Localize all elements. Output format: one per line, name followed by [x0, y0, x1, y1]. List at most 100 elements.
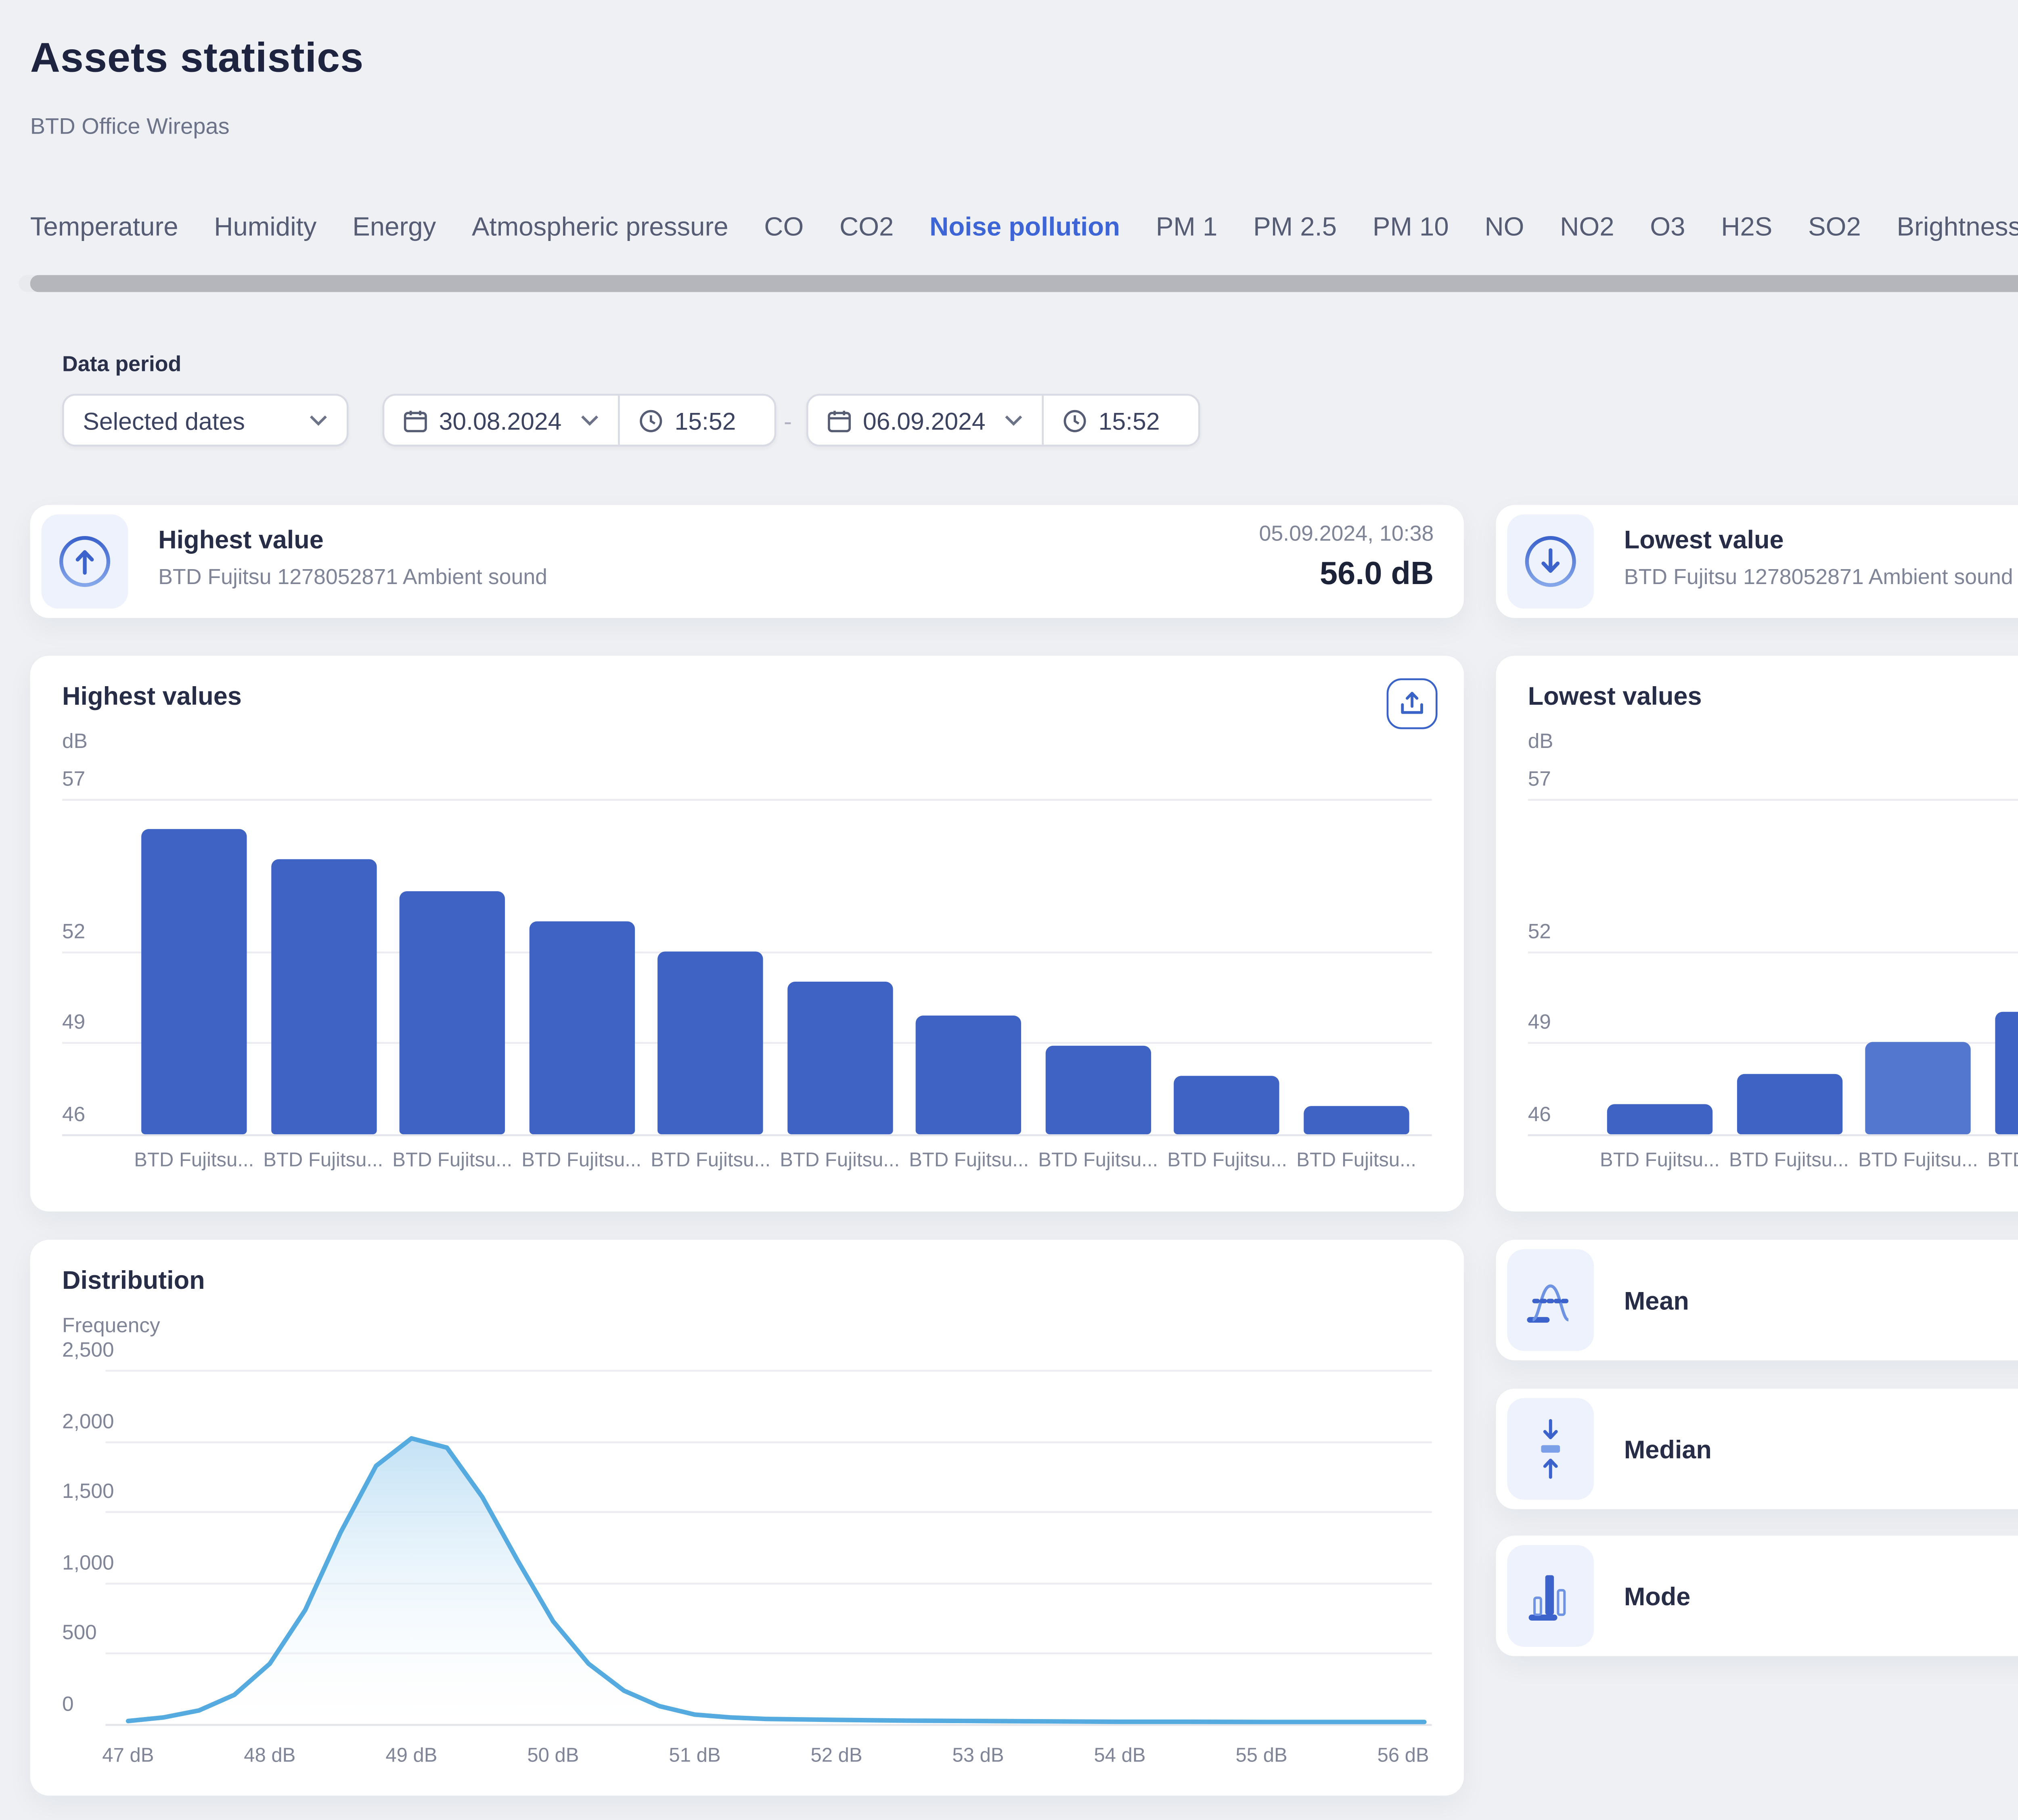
tab-no2[interactable]: NO2: [1560, 211, 1614, 260]
x-tick-label: BTD Fujitsu...: [1854, 1149, 1982, 1172]
y-tick-label: 0: [62, 1693, 74, 1715]
x-tick-label: BTD Fujitsu...: [259, 1149, 387, 1172]
x-tick-label: BTD Fujitsu...: [1163, 1149, 1291, 1172]
bar[interactable]: [529, 921, 634, 1134]
summary-title: Highest value: [158, 526, 324, 554]
chart-unit-label: dB: [1528, 731, 1553, 754]
tab-noise-pollution[interactable]: Noise pollution: [929, 211, 1120, 260]
tabs-scrollbar[interactable]: [19, 275, 2018, 292]
y-tick-label: 2,500: [62, 1340, 114, 1362]
page-subtitle: BTD Office Wirepas: [30, 113, 230, 139]
end-date-input[interactable]: 06.09.2024: [808, 396, 1042, 444]
tab-pm-10[interactable]: PM 10: [1373, 211, 1449, 260]
tab-co[interactable]: CO: [764, 211, 804, 260]
start-date-input[interactable]: 30.08.2024: [384, 396, 618, 444]
x-tick-label: BTD Fujitsu...: [647, 1149, 775, 1172]
clock-icon: [639, 408, 664, 433]
y-tick-label: 46: [1528, 1104, 1551, 1127]
calendar-icon: [403, 408, 428, 433]
tab-energy[interactable]: Energy: [352, 211, 436, 260]
y-tick-label: 49: [1528, 1013, 1551, 1035]
end-datetime-field: 06.09.2024 15:52: [806, 394, 1200, 447]
tab-o3[interactable]: O3: [1650, 211, 1685, 260]
tab-pm-1[interactable]: PM 1: [1156, 211, 1218, 260]
gridline: [105, 1370, 1432, 1372]
y-tick-label: 1,000: [62, 1552, 114, 1574]
bar[interactable]: [1995, 1012, 2018, 1134]
x-tick-label: BTD Fujitsu...: [776, 1149, 904, 1172]
tab-h2s[interactable]: H2S: [1721, 211, 1772, 260]
x-tick-label: BTD Fujitsu...: [1292, 1149, 1420, 1172]
y-tick-label: 49: [62, 1013, 85, 1035]
bar[interactable]: [1865, 1043, 1971, 1135]
x-tick-label: 47 dB: [71, 1745, 184, 1768]
x-tick-label: 53 dB: [922, 1745, 1035, 1768]
tabs-scrollbar-thumb[interactable]: [30, 275, 2018, 292]
x-tick-label: 51 dB: [638, 1745, 752, 1768]
x-tick-label: 50 dB: [496, 1745, 609, 1768]
bar[interactable]: [141, 829, 247, 1134]
chart-unit-label: dB: [62, 731, 88, 754]
gridline: [105, 1511, 1432, 1513]
gridline: [1528, 799, 2018, 801]
tab-so2[interactable]: SO2: [1808, 211, 1861, 260]
gridline: [62, 799, 1432, 801]
chevron-down-icon: [580, 415, 599, 426]
bar[interactable]: [916, 1016, 1022, 1135]
tab-pm-2-5[interactable]: PM 2.5: [1253, 211, 1337, 260]
bar[interactable]: [787, 982, 892, 1134]
distribution-chart-card: Distribution Frequency 2,5002,0001,5001,…: [30, 1240, 1464, 1796]
bar[interactable]: [1174, 1077, 1280, 1134]
x-tick-label: BTD Fujitsu...: [517, 1149, 645, 1172]
tab-co2[interactable]: CO2: [839, 211, 894, 260]
tab-temperature[interactable]: Temperature: [30, 211, 178, 260]
page-title: Assets statistics: [30, 34, 364, 83]
summary-timestamp: 05.09.2024, 10:38: [1259, 524, 1434, 547]
y-tick-label: 500: [62, 1622, 97, 1645]
bar[interactable]: [270, 860, 376, 1134]
assets-statistics-page: Assets statistics Assets list BTD Office…: [0, 0, 2018, 1820]
arrow-up-circle-icon: [42, 514, 128, 608]
arrow-down-circle-icon: [1507, 514, 1594, 608]
bar[interactable]: [1736, 1073, 1842, 1134]
arrows-to-center-icon: [1507, 1398, 1594, 1500]
bar[interactable]: [658, 951, 763, 1134]
tab-atmospheric-pressure[interactable]: Atmospheric pressure: [472, 211, 728, 260]
lowest-values-chart-card: Lowest values dB 57524946BTD Fujitsu...B…: [1496, 656, 2018, 1211]
bar[interactable]: [1607, 1104, 1712, 1134]
calendar-icon: [827, 408, 852, 433]
tab-no[interactable]: NO: [1484, 211, 1524, 260]
bar[interactable]: [1045, 1046, 1151, 1134]
summary-asset: BTD Fujitsu 1278052871 Ambient sound: [158, 567, 547, 590]
x-tick-label: BTD Fujitsu...: [130, 1149, 258, 1172]
y-tick-label: 52: [1528, 921, 1551, 944]
stat-label: Mean: [1624, 1240, 1689, 1361]
x-tick-label: BTD Fujitsu...: [1725, 1149, 1853, 1172]
gridline: [1528, 1134, 2018, 1136]
x-tick-label: 52 dB: [780, 1745, 893, 1768]
chevron-down-icon: [309, 415, 328, 426]
x-tick-label: 48 dB: [213, 1745, 326, 1768]
filters-row: Selected dates 30.08.2024: [62, 394, 2018, 447]
x-tick-label: BTD Fujitsu...: [1034, 1149, 1162, 1172]
histogram-icon: [1507, 1545, 1594, 1647]
x-tick-label: 49 dB: [355, 1745, 468, 1768]
tab-brightness[interactable]: Brightness: [1897, 211, 2018, 260]
stat-label: Median: [1624, 1389, 1712, 1509]
y-tick-label: 46: [62, 1104, 85, 1127]
chart-title: Highest values: [62, 682, 242, 710]
gridline: [1528, 951, 2018, 953]
export-icon[interactable]: [1387, 678, 1438, 729]
median-card: Median 49.0 dB: [1496, 1389, 2018, 1509]
summary-value: 56.0 dB: [1320, 556, 1434, 593]
bar[interactable]: [400, 890, 505, 1134]
bar[interactable]: [1304, 1107, 1409, 1134]
period-type-select[interactable]: Selected dates: [62, 394, 349, 447]
tab-humidity[interactable]: Humidity: [214, 211, 316, 260]
start-time-input[interactable]: 15:52: [620, 396, 755, 444]
chart-title: Lowest values: [1528, 682, 1702, 710]
y-tick-label: 52: [62, 921, 85, 944]
end-time-input[interactable]: 15:52: [1044, 396, 1179, 444]
x-tick-label: BTD Fujitsu...: [388, 1149, 516, 1172]
highest-values-chart-card: Highest values dB 57524946BTD Fujitsu...…: [30, 656, 1464, 1211]
